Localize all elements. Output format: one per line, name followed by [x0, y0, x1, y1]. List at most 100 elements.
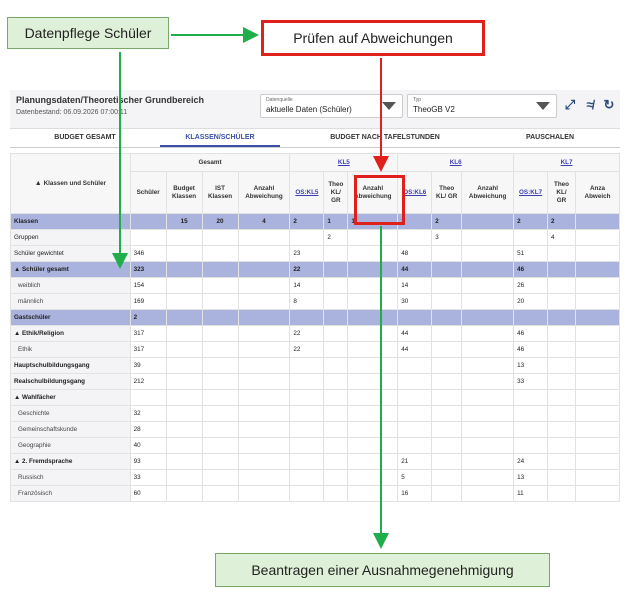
table-cell [129, 229, 167, 246]
row-label: Realschulbildungsgang [10, 373, 131, 390]
table-cell [129, 389, 167, 406]
table-cell [547, 469, 576, 486]
table-cell: 60 [129, 485, 167, 502]
os-kl7-link[interactable]: OS:KL7 [519, 189, 542, 196]
table-row[interactable]: Russisch 33 5 13 [10, 469, 620, 486]
table-cell [129, 213, 167, 230]
table-cell: 22 [289, 325, 325, 342]
kl7-link[interactable]: KL7 [561, 159, 573, 166]
table-cell [347, 341, 399, 358]
table-cell [237, 309, 291, 326]
tab-pauschalen[interactable]: PAUSCHALEN [490, 129, 610, 147]
collapse-triangle-icon[interactable]: ▲ [14, 458, 22, 465]
row-label-text: Gastschüler [14, 314, 51, 321]
table-row[interactable]: Klassen 15 20 4 2 1 1 2 2 2 2 [10, 213, 620, 230]
typ-select[interactable]: Typ TheoGB V2 [407, 94, 557, 118]
table-cell [347, 277, 399, 294]
kl6-link[interactable]: KL6 [450, 159, 462, 166]
table-row[interactable]: Hauptschulbildungsgang 39 13 [10, 357, 620, 374]
row-header-cell[interactable]: ▲ Klassen und Schüler [10, 153, 131, 214]
tab-klassen-schueler[interactable]: KLASSEN/SCHÜLER [160, 129, 280, 147]
compare-icon[interactable]: ≉ [583, 98, 597, 112]
col-os-kl7[interactable]: OS:KL7 [513, 171, 549, 214]
table-cell [431, 485, 463, 502]
col-theo-kl7: Theo KL/ GR [547, 171, 576, 214]
table-cell [323, 373, 349, 390]
table-cell [397, 437, 433, 454]
table-cell [347, 437, 399, 454]
table-row[interactable]: Gemeinschaftskunde 28 [10, 421, 620, 438]
collapse-triangle-icon[interactable]: ▲ [14, 330, 22, 337]
table-row[interactable]: Geographie 40 [10, 437, 620, 454]
table-cell [289, 453, 325, 470]
table-cell: 317 [129, 325, 167, 342]
tab-budget-gesamt[interactable]: BUDGET GESAMT [10, 129, 160, 147]
datenquelle-select[interactable]: Datenquelle aktuelle Daten (Schüler) [260, 94, 403, 118]
table-row[interactable]: Französisch 60 16 11 [10, 485, 620, 502]
table-cell [431, 421, 463, 438]
table-cell [165, 485, 203, 502]
table-cell [237, 293, 291, 310]
table-row[interactable]: ▲ 2. Fremdsprache 93 21 24 [10, 453, 620, 470]
table-cell [347, 309, 399, 326]
group-kl6[interactable]: KL6 [397, 153, 515, 172]
table-cell [431, 373, 463, 390]
datenquelle-value: aktuelle Daten (Schüler) [266, 105, 352, 114]
table-cell [201, 373, 239, 390]
table-cell [461, 309, 515, 326]
table-cell [513, 421, 549, 438]
row-label: ▲ Ethik/Religion [10, 325, 131, 342]
table-cell: 14 [289, 277, 325, 294]
kl5-link[interactable]: KL5 [338, 159, 350, 166]
os-kl5-link[interactable]: OS:KL5 [295, 189, 318, 196]
table-row[interactable]: ▲ Wahlfächer [10, 389, 620, 406]
os-kl6-link[interactable]: OS:KL6 [403, 189, 426, 196]
group-gesamt: Gesamt [129, 153, 291, 172]
table-cell [431, 389, 463, 406]
table-cell [289, 405, 325, 422]
table-cell: 2 [289, 213, 325, 230]
collapse-triangle-icon[interactable]: ▲ [14, 266, 22, 273]
table-cell [397, 373, 433, 390]
table-cell: 1 [323, 213, 349, 230]
collapse-triangle-icon[interactable]: ▲ [14, 394, 22, 401]
table-cell [574, 357, 620, 374]
table-row[interactable]: Geschichte 32 [10, 405, 620, 422]
table-cell [347, 293, 399, 310]
table-row[interactable]: Ethik 317 22 44 46 [10, 341, 620, 358]
table-cell [201, 469, 239, 486]
table-cell [547, 453, 576, 470]
planning-app-window: Planungsdaten/Theoretischer Grundbereich… [10, 90, 620, 515]
table-row[interactable]: Schüler gewichtet 346 23 48 51 [10, 245, 620, 262]
table-cell: 2 [513, 213, 549, 230]
table-cell: 44 [397, 261, 433, 278]
table-cell [574, 277, 620, 294]
group-kl7[interactable]: KL7 [513, 153, 620, 172]
table-cell [574, 485, 620, 502]
table-row[interactable]: männlich 169 8 30 20 [10, 293, 620, 310]
chevron-down-icon [536, 102, 550, 110]
table-row[interactable]: weiblich 154 14 14 26 [10, 277, 620, 294]
table-cell [347, 421, 399, 438]
row-label: Hauptschulbildungsgang [10, 357, 131, 374]
table-cell [547, 341, 576, 358]
col-os-kl5[interactable]: OS:KL5 [289, 171, 325, 214]
table-cell: 4 [547, 229, 576, 246]
table-cell [461, 357, 515, 374]
row-label: ▲ 2. Fremdsprache [10, 453, 131, 470]
table-cell [323, 341, 349, 358]
refresh-icon[interactable]: ↻ [602, 98, 616, 112]
table-cell [547, 277, 576, 294]
table-row[interactable]: ▲ Schüler gesamt 323 22 44 46 [10, 261, 620, 278]
col-theo-kl5: Theo KL/ GR [323, 171, 349, 214]
expand-icon[interactable]: ⤢ [563, 98, 577, 112]
group-kl5[interactable]: KL5 [289, 153, 399, 172]
table-row[interactable]: Gruppen 2 3 4 [10, 229, 620, 246]
tab-budget-tafelstunden[interactable]: BUDGET NACH TAFELSTUNDEN [310, 129, 460, 147]
table-cell [461, 341, 515, 358]
table-row[interactable]: Realschulbildungsgang 212 33 [10, 373, 620, 390]
table-cell [461, 245, 515, 262]
table-cell [513, 437, 549, 454]
table-row[interactable]: Gastschüler 2 [10, 309, 620, 326]
table-row[interactable]: ▲ Ethik/Religion 317 22 44 46 [10, 325, 620, 342]
